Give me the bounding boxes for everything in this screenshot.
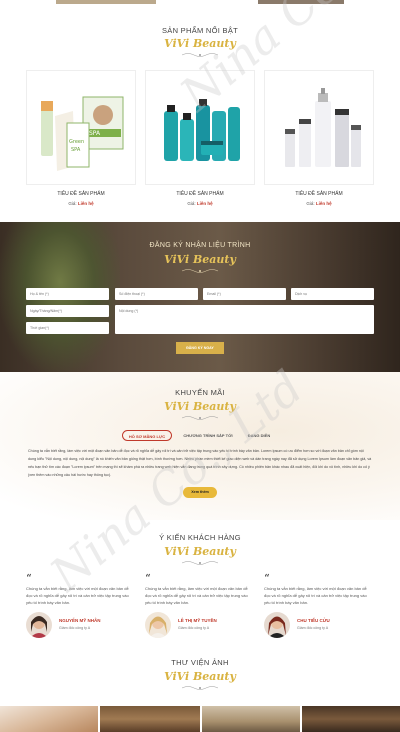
featured-title: SẢN PHẨM NỔI BẬT (161, 26, 239, 35)
quote-icon: “ (264, 572, 270, 585)
gallery-image[interactable] (100, 706, 200, 732)
tab-promo-2[interactable]: CHƯƠNG TRÌNH SẮP TỚI (178, 430, 238, 441)
tab-promo-1[interactable]: HỖ SƠ MÃNG LỰC (122, 430, 172, 441)
svg-text:Green: Green (69, 139, 84, 145)
promo-more-button[interactable]: Xem thêm (183, 487, 217, 498)
product-title[interactable]: TIÊU ĐỀ SẢN PHẨM (145, 191, 255, 197)
customer-role: Giám đốc công ty A (178, 626, 210, 630)
product-image[interactable] (145, 70, 255, 185)
gallery-image[interactable] (302, 706, 400, 732)
date-field[interactable]: Ngày/Tháng/Năm(*) (26, 305, 109, 317)
product-card[interactable]: SPA Green SPA TIÊU ĐỀ SẢN PHẨM Giá: Liên… (26, 70, 136, 206)
quote-icon: “ (26, 572, 32, 585)
flourish-divider (181, 686, 219, 690)
product-price: Giá: Liên hệ (306, 201, 332, 206)
gallery-title: THƯ VIỆN ẢNH (171, 658, 229, 667)
product-title[interactable]: TIÊU ĐỀ SẢN PHẨM (264, 191, 374, 197)
promo-script-logo: ViVi Beauty (164, 400, 236, 413)
avatar (26, 612, 52, 638)
service-select[interactable]: Dịch vụ (291, 288, 374, 300)
email-field[interactable]: Email (*) (203, 288, 286, 300)
register-script-logo: ViVi Beauty (164, 253, 236, 266)
fullname-field[interactable]: Họ & tên (*) (26, 288, 109, 300)
quote-icon: “ (145, 572, 151, 585)
previous-section-strip (0, 0, 400, 4)
testimonial-card: “ Chúng ta vẫn biết rằng, làm việc với m… (264, 572, 374, 638)
avatar (264, 612, 290, 638)
testimonial-card: “ Chúng ta vẫn biết rằng, làm việc với m… (145, 572, 255, 638)
testimonial-text: Chúng ta vẫn biết rằng, làm việc với một… (145, 586, 248, 605)
svg-text:SPA: SPA (71, 147, 81, 153)
flourish-divider (181, 416, 219, 420)
product-card[interactable]: TIÊU ĐỀ SẢN PHẨM Giá: Liên hệ (264, 70, 374, 206)
svg-text:SPA: SPA (89, 130, 101, 137)
gallery-strip (0, 706, 400, 732)
promo-tabs: HỖ SƠ MÃNG LỰC CHƯƠNG TRÌNH SẮP TỚI ĐANG… (0, 430, 400, 442)
phone-field[interactable]: Số điện thoại (*) (115, 288, 198, 300)
product-image[interactable]: SPA Green SPA (26, 70, 136, 185)
featured-script-logo: ViVi Beauty (164, 37, 236, 50)
testimonials-script-logo: ViVi Beauty (164, 545, 236, 558)
register-submit-button[interactable]: ĐĂNG KÝ NGAY (176, 342, 224, 354)
gallery-image[interactable] (0, 706, 98, 732)
tab-promo-3[interactable]: ĐANG DIỄN (242, 430, 276, 441)
gallery-image[interactable] (202, 706, 300, 732)
time-field[interactable]: Thời gian(*) (26, 322, 109, 334)
product-price: Giá: Liên hệ (68, 201, 94, 206)
promo-title: KHUYẾN MÃI (175, 388, 225, 397)
flourish-divider (181, 269, 219, 273)
customer-name: NGUYỄN MỸ NHÂN (59, 618, 101, 623)
flourish-divider (181, 561, 219, 565)
avatar (145, 612, 171, 638)
customer-name: LÊ THỊ MỸ TUYỀN (178, 618, 217, 623)
customer-role: Giám đốc công ty A (297, 626, 329, 630)
product-price: Giá: Liên hệ (187, 201, 213, 206)
register-title: ĐĂNG KÝ NHẬN LIỆU TRÌNH (149, 242, 251, 249)
content-textarea[interactable]: Nội dung (*) (115, 305, 374, 334)
product-card[interactable]: TIÊU ĐỀ SẢN PHẨM Giá: Liên hệ (145, 70, 255, 206)
product-image[interactable] (264, 70, 374, 185)
testimonial-text: Chúng ta vẫn biết rằng, làm việc với một… (26, 586, 129, 605)
flourish-divider (181, 53, 219, 57)
testimonial-text: Chúng ta vẫn biết rằng, làm việc với một… (264, 586, 367, 605)
customer-role: Giám đốc công ty A (59, 626, 91, 630)
gallery-script-logo: ViVi Beauty (164, 670, 236, 683)
testimonial-card: “ Chúng ta vẫn biết rằng, làm việc với m… (26, 572, 136, 638)
testimonials-title: Ý KIẾN KHÁCH HÀNG (159, 533, 241, 542)
promo-description: Chúng ta vẫn biết rằng, làm việc với một… (28, 449, 372, 477)
product-title[interactable]: TIÊU ĐỀ SẢN PHẨM (26, 191, 136, 197)
customer-name: CHU TIỂU CỬU (297, 618, 330, 623)
